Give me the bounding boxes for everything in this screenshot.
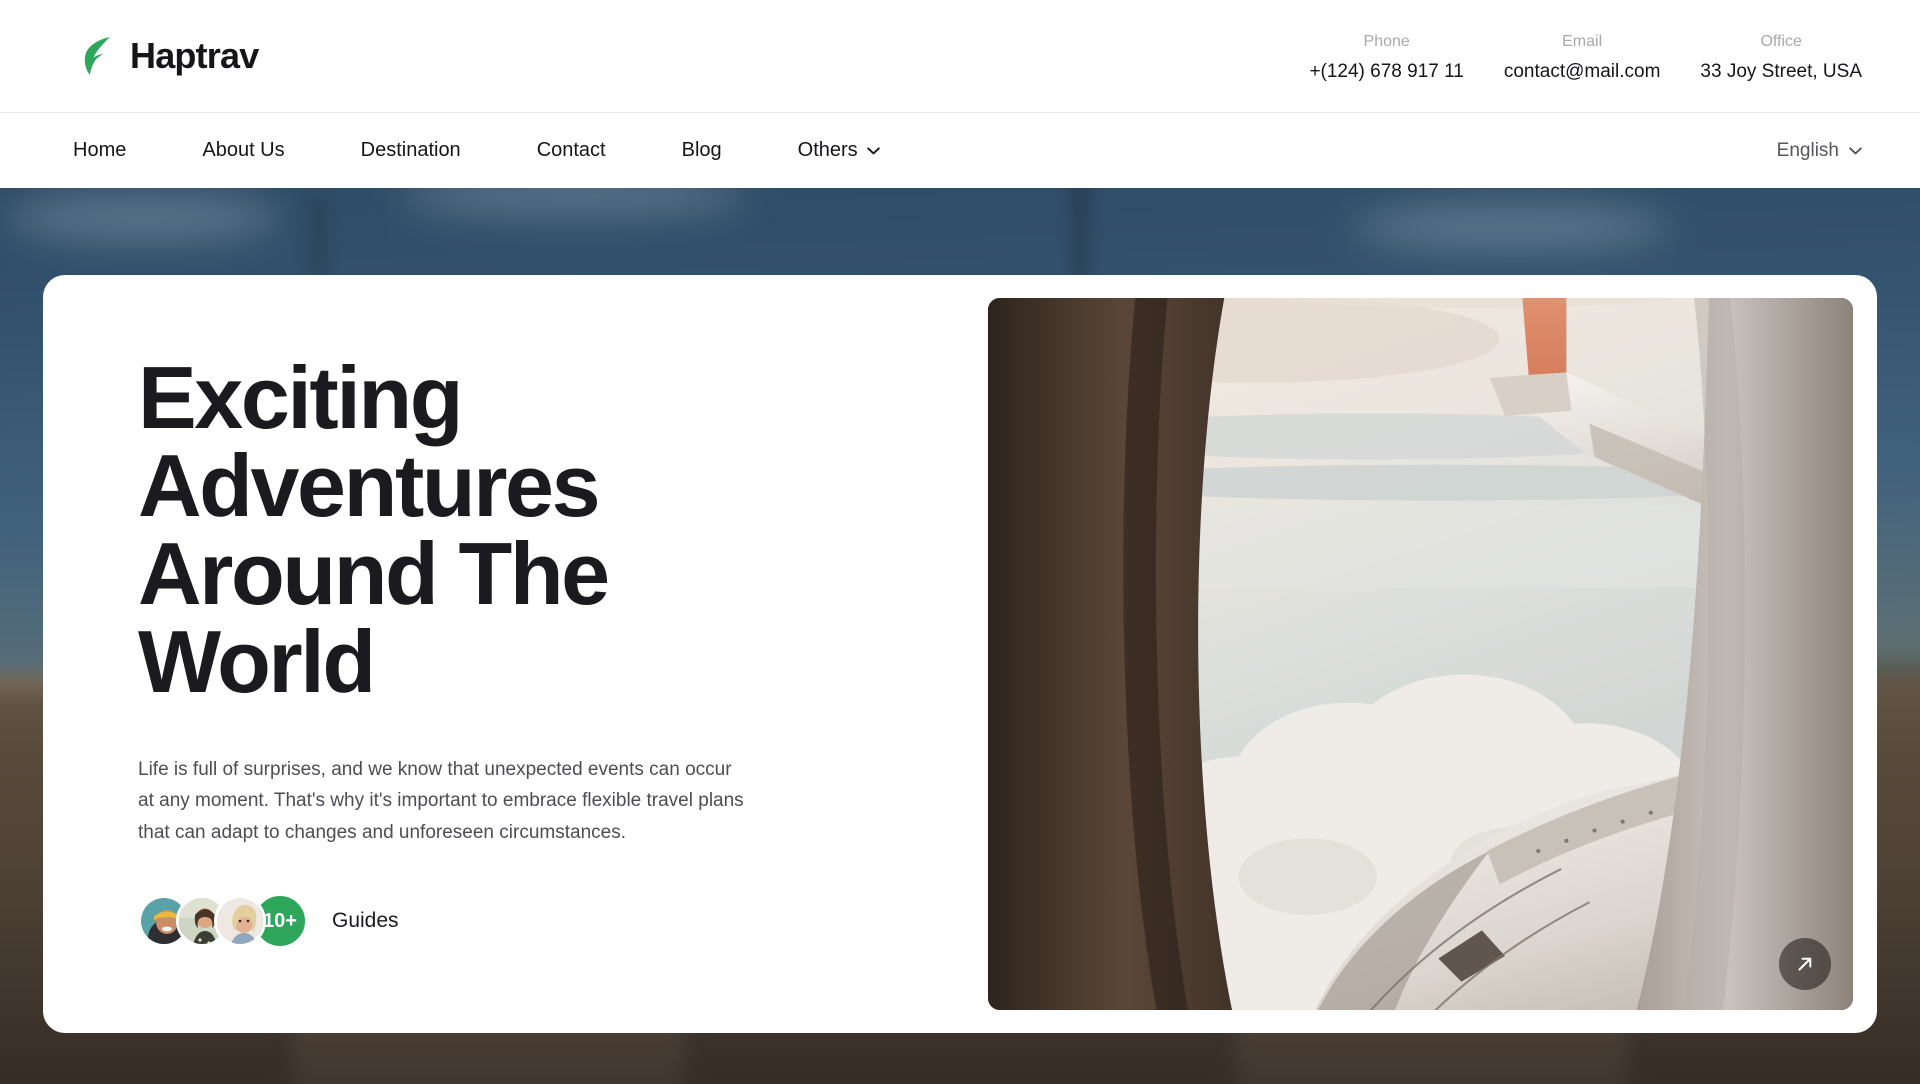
nav-item-label: Others <box>797 139 858 161</box>
contact-phone-label: Phone <box>1363 32 1410 50</box>
guide-avatars <box>138 895 266 948</box>
contact-email[interactable]: Email contact@mail.com <box>1464 30 1661 83</box>
hero-next-button[interactable] <box>1779 938 1831 990</box>
top-bar: Haptrav Phone +(124) 678 917 11 Email co… <box>0 0 1920 113</box>
chevron-down-icon <box>1849 146 1862 155</box>
hero-section: Exciting Adventures Around The World Lif… <box>0 188 1920 1084</box>
contact-office[interactable]: Office 33 Joy Street, USA <box>1660 30 1862 83</box>
guides-row: 10+ Guides <box>138 893 918 950</box>
nav-item-label: Blog <box>681 139 722 161</box>
arrow-up-right-icon <box>1794 953 1816 975</box>
leaf-icon <box>80 35 114 77</box>
nav-item-contact[interactable]: Contact <box>499 139 644 162</box>
nav-item-about-us[interactable]: About Us <box>164 139 322 162</box>
contact-email-value: contact@mail.com <box>1503 60 1661 82</box>
nav-item-home[interactable]: Home <box>73 139 164 162</box>
nav-item-others[interactable]: Others <box>760 139 918 162</box>
nav-item-destination[interactable]: Destination <box>323 139 499 162</box>
nav-item-blog[interactable]: Blog <box>644 139 760 162</box>
hero-image-wrapper <box>988 298 1853 1010</box>
page-title: Exciting Adventures Around The World <box>138 348 610 711</box>
brand-logo[interactable]: Haptrav <box>80 35 259 77</box>
nav-item-label: About Us <box>202 139 285 161</box>
main-navigation: Home About Us Destination Contact Blog O… <box>0 113 1920 188</box>
nav-links: Home About Us Destination Contact Blog O… <box>73 139 918 162</box>
contact-phone-value: +(124) 678 917 11 <box>1309 60 1464 82</box>
guides-count-label: 10+ <box>263 909 297 932</box>
brand-name: Haptrav <box>130 35 259 76</box>
contact-office-label: Office <box>1760 32 1802 50</box>
avatar[interactable] <box>214 895 266 948</box>
language-label: English <box>1776 139 1839 161</box>
nav-item-label: Destination <box>360 139 461 161</box>
nav-item-label: Home <box>73 139 127 161</box>
contact-info: Phone +(124) 678 917 11 Email contact@ma… <box>1269 30 1862 83</box>
language-selector[interactable]: English <box>1777 140 1862 162</box>
hero-content: Exciting Adventures Around The World Lif… <box>43 298 988 1010</box>
hero-description: Life is full of surprises, and we know t… <box>138 759 744 843</box>
nav-item-label: Contact <box>536 139 606 161</box>
guides-label: Guides <box>332 909 399 933</box>
hero-card: Exciting Adventures Around The World Lif… <box>43 275 1877 1033</box>
hero-image <box>988 298 1853 1010</box>
chevron-down-icon <box>866 146 880 155</box>
contact-phone[interactable]: Phone +(124) 678 917 11 <box>1269 30 1463 83</box>
contact-email-label: Email <box>1562 32 1603 50</box>
contact-office-value: 33 Joy Street, USA <box>1700 60 1862 82</box>
